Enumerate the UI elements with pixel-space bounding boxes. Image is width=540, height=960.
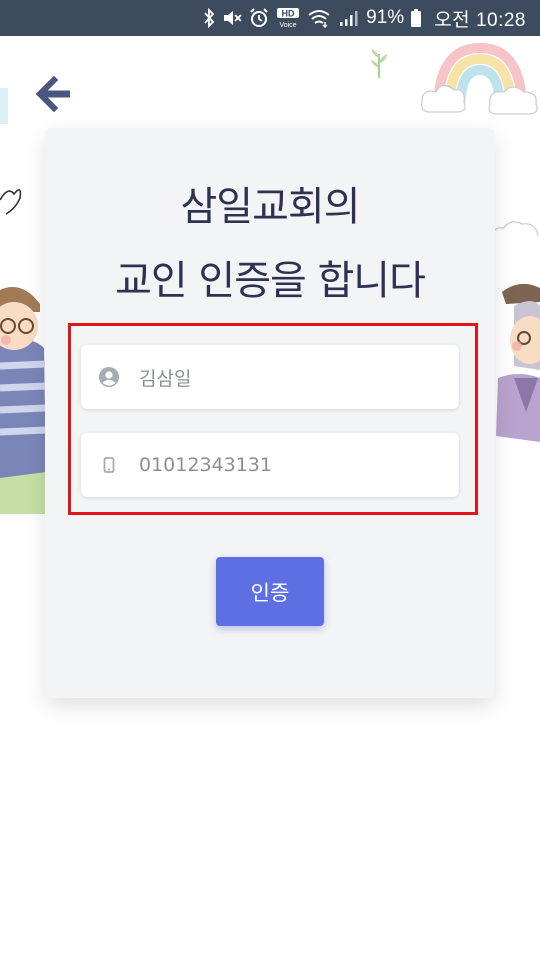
name-field[interactable] xyxy=(81,345,459,409)
svg-text:Voice: Voice xyxy=(280,22,297,29)
wifi-icon xyxy=(307,8,331,28)
page-title-line2: 교인 인증을 합니다 xyxy=(115,258,426,304)
battery-percent: 91% xyxy=(366,7,405,28)
phone-field[interactable] xyxy=(81,433,459,497)
cloud-doodle-icon xyxy=(493,221,539,239)
bluetooth-icon xyxy=(203,8,215,28)
hd-voice-icon: HD Voice xyxy=(276,7,300,29)
woman-illustration xyxy=(496,283,540,442)
svg-text:HD: HD xyxy=(282,9,295,19)
back-button[interactable] xyxy=(35,75,72,113)
man-illustration xyxy=(0,287,48,514)
verify-button[interactable]: 인증 xyxy=(216,557,324,626)
page-title-line1: 삼일교회의 xyxy=(180,184,361,230)
rainbow-cloud-illustration xyxy=(421,42,538,115)
user-circle-icon xyxy=(81,367,137,387)
status-bar: HD Voice 91% 오전 10:28 xyxy=(0,0,540,36)
decorative-stripe xyxy=(0,88,8,124)
status-icons: HD Voice xyxy=(203,7,358,29)
phone-input[interactable] xyxy=(137,453,431,477)
mute-icon xyxy=(222,8,242,28)
arrow-left-icon xyxy=(35,75,70,113)
phone-icon xyxy=(81,457,137,473)
alarm-icon xyxy=(249,8,269,28)
leaf-icon xyxy=(371,49,387,78)
name-input[interactable] xyxy=(137,365,431,389)
battery-icon xyxy=(410,8,422,28)
heart-doodle-icon xyxy=(0,189,22,215)
signal-icon xyxy=(338,9,358,27)
clock: 오전 10:28 xyxy=(434,9,526,31)
verification-card: 삼일교회의 교인 인증을 합니다 인증 xyxy=(45,128,495,698)
